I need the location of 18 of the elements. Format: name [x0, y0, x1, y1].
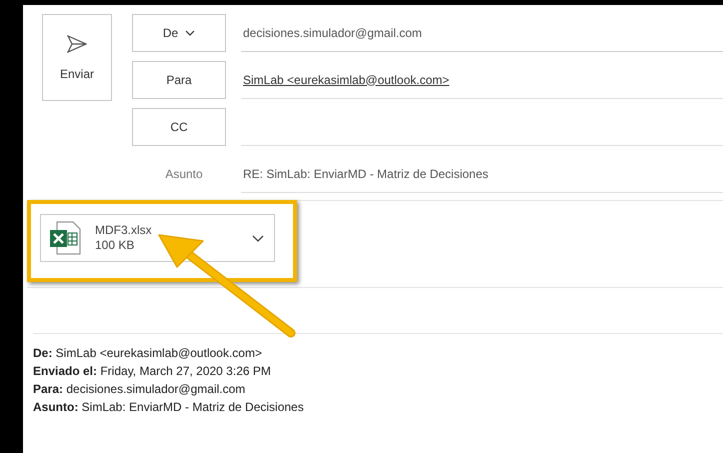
send-icon: [67, 34, 87, 52]
caret-icon: [185, 30, 196, 36]
caret-icon[interactable]: [252, 234, 264, 242]
spreadsheet-file-icon: [49, 221, 81, 255]
attachment-name: MDF3.xlsx: [95, 223, 153, 238]
address-field[interactable]: SimLab <eurekasimlab@outlook.com>: [241, 61, 723, 99]
subject-field[interactable]: RE: SimLab: EnviarMD - Matriz de Decisiones: [241, 155, 723, 193]
from-dropdown[interactable]: De: [132, 14, 226, 52]
recipient-button[interactable]: Para: [132, 61, 226, 99]
quoted-header-line: De: SimLab <eurekasimlab@outlook.com>: [33, 345, 263, 362]
attachment-size: 100 KB: [95, 238, 136, 253]
quoted-header-line: Asunto: SimLab: EnviarMD - Matriz de Decisiones: [33, 399, 305, 416]
recipient-button[interactable]: CC: [132, 108, 226, 146]
quoted-header-line: Enviado el: Friday, March 27, 2020 3:26 PM: [33, 363, 272, 380]
quoted-header-line: Para: decisiones.simulador@gmail.com: [33, 381, 246, 398]
subject-label: Asunto: [164, 166, 204, 183]
send-button[interactable]: Enviar: [42, 14, 112, 101]
address-field[interactable]: decisiones.simulador@gmail.com: [241, 14, 723, 52]
